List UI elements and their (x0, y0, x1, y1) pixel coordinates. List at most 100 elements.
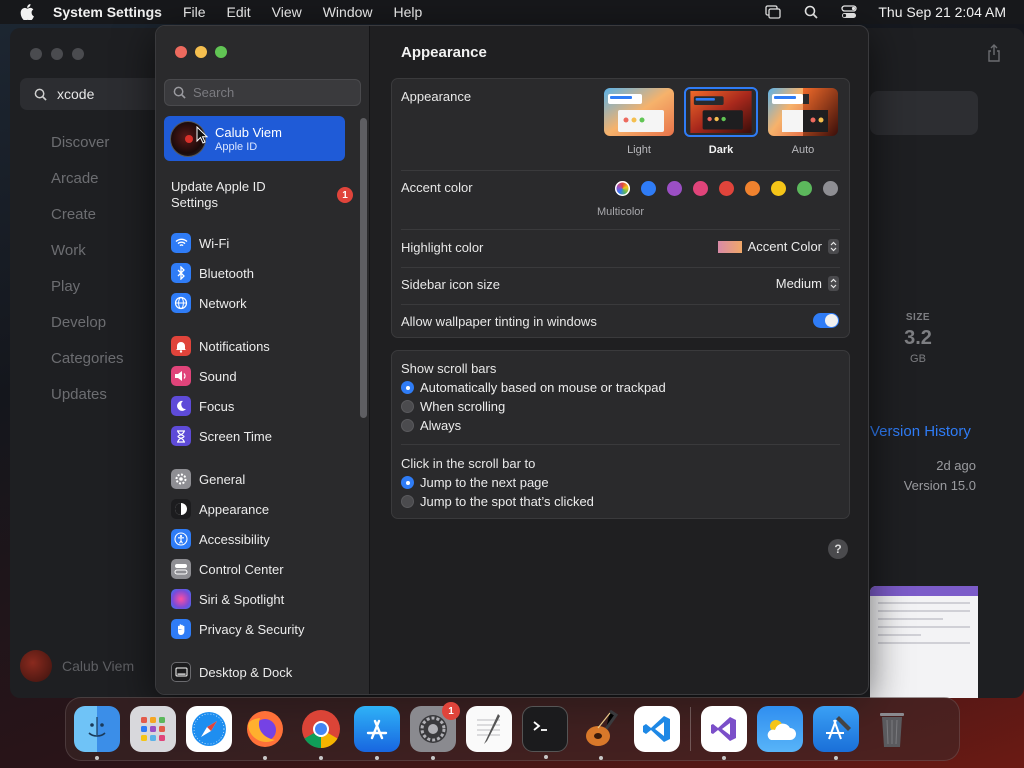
safari-icon[interactable] (186, 706, 232, 752)
radio-label: When scrolling (420, 399, 506, 414)
radio-button[interactable] (401, 381, 414, 394)
screen-mirroring-icon[interactable] (764, 4, 782, 20)
radio-button[interactable] (401, 400, 414, 413)
apple-menu-icon[interactable] (18, 3, 36, 21)
click-option-next-page[interactable]: Jump to the next page (401, 475, 549, 490)
terminal-icon[interactable] (522, 706, 568, 759)
textedit-icon[interactable] (466, 706, 512, 752)
garageband-icon[interactable] (578, 706, 624, 760)
nav-discover[interactable]: Discover (51, 134, 124, 170)
version-history-link[interactable]: Version History (870, 423, 971, 440)
gear-icon (171, 469, 191, 489)
minimize-button[interactable] (51, 48, 63, 60)
chevron-updown-icon (828, 276, 839, 291)
app-banner (870, 91, 978, 135)
radio-button[interactable] (401, 476, 414, 489)
accent-multicolor-swatch[interactable] (615, 181, 630, 196)
sidebar-item-sound[interactable]: Sound (171, 361, 272, 391)
menu-edit[interactable]: Edit (227, 4, 251, 20)
click-option-spot-clicked[interactable]: Jump to the spot that’s clicked (401, 494, 594, 509)
radio-label: Automatically based on mouse or trackpad (420, 380, 666, 395)
sidebar-icon-size-popup[interactable]: Medium (776, 276, 839, 291)
app-store-search-field[interactable]: xcode (20, 78, 170, 110)
nav-develop[interactable]: Develop (51, 314, 124, 350)
scroll-option-always[interactable]: Always (401, 418, 461, 433)
sidebar-scrollbar[interactable] (360, 118, 367, 418)
zoom-button[interactable] (72, 48, 84, 60)
accent-green-swatch[interactable] (797, 181, 812, 196)
close-button[interactable] (175, 46, 187, 58)
radio-button[interactable] (401, 419, 414, 432)
highlight-color-popup[interactable]: Accent Color (717, 239, 839, 254)
share-icon[interactable] (986, 44, 1002, 62)
sidebar-item-privacy-security[interactable]: Privacy & Security (171, 614, 304, 644)
spotlight-search-icon[interactable] (802, 4, 820, 20)
launchpad-icon[interactable] (130, 706, 176, 752)
scroll-option-automatic[interactable]: Automatically based on mouse or trackpad (401, 380, 666, 395)
help-button[interactable]: ? (828, 539, 848, 559)
menu-view[interactable]: View (272, 4, 302, 20)
finder-icon[interactable] (74, 706, 120, 760)
app-screenshot[interactable] (870, 586, 978, 698)
sidebar-item-update-apple-id[interactable]: Update Apple ID Settings 1 (171, 179, 361, 211)
firefox-icon[interactable] (242, 706, 288, 760)
close-button[interactable] (30, 48, 42, 60)
nav-updates[interactable]: Updates (51, 386, 124, 422)
accent-purple-swatch[interactable] (667, 181, 682, 196)
system-settings-window: Calub Viem Apple ID Update Apple ID Sett… (155, 25, 869, 695)
sidebar-item-network[interactable]: Network (171, 288, 254, 318)
sidebar-item-control-center[interactable]: Control Center (171, 554, 304, 584)
weather-icon[interactable] (757, 706, 803, 752)
sidebar-item-appearance[interactable]: Appearance (171, 494, 304, 524)
app-store-icon[interactable] (354, 706, 400, 760)
scroll-option-when-scrolling[interactable]: When scrolling (401, 399, 505, 414)
accent-yellow-swatch[interactable] (771, 181, 786, 196)
accent-pink-swatch[interactable] (693, 181, 708, 196)
control-center-icon[interactable] (840, 4, 858, 20)
appearance-settings-card: Appearance Light Dark Auto Accent color … (391, 78, 850, 338)
nav-play[interactable]: Play (51, 278, 124, 314)
appearance-option-light[interactable] (604, 88, 674, 136)
sidebar-item-focus[interactable]: Focus (171, 391, 272, 421)
nav-create[interactable]: Create (51, 206, 124, 242)
sidebar-item-apple-id[interactable]: Calub Viem Apple ID (164, 116, 345, 161)
toggles-icon (171, 559, 191, 579)
vscode-icon[interactable] (634, 706, 680, 752)
xcode-icon[interactable] (813, 706, 859, 760)
sidebar-item-label: Desktop & Dock (199, 664, 293, 680)
sidebar-item-wifi[interactable]: Wi-Fi (171, 228, 254, 258)
sidebar-item-bluetooth[interactable]: Bluetooth (171, 258, 254, 288)
zoom-button[interactable] (215, 46, 227, 58)
visual-studio-icon[interactable] (701, 706, 747, 760)
menu-window[interactable]: Window (323, 4, 373, 20)
sidebar-item-siri-spotlight[interactable]: Siri & Spotlight (171, 584, 304, 614)
chrome-icon[interactable] (298, 706, 344, 760)
accent-red-swatch[interactable] (719, 181, 734, 196)
sidebar-item-general[interactable]: General (171, 464, 304, 494)
menu-file[interactable]: File (183, 4, 206, 20)
search-input[interactable] (193, 85, 353, 100)
nav-categories[interactable]: Categories (51, 350, 124, 386)
sidebar-search[interactable] (164, 79, 361, 106)
appearance-option-dark[interactable] (684, 87, 758, 137)
system-settings-icon[interactable]: 1 (410, 702, 460, 760)
wallpaper-tinting-toggle[interactable] (813, 313, 839, 328)
trash-icon[interactable] (869, 706, 915, 752)
sidebar-item-accessibility[interactable]: Accessibility (171, 524, 304, 554)
minimize-button[interactable] (195, 46, 207, 58)
nav-work[interactable]: Work (51, 242, 124, 278)
accent-blue-swatch[interactable] (641, 181, 656, 196)
sidebar-item-notifications[interactable]: Notifications (171, 331, 272, 361)
accent-orange-swatch[interactable] (745, 181, 760, 196)
sidebar-item-label: Sound (199, 368, 237, 384)
menu-help[interactable]: Help (394, 4, 423, 20)
nav-arcade[interactable]: Arcade (51, 170, 124, 206)
radio-button[interactable] (401, 495, 414, 508)
accent-graphite-swatch[interactable] (823, 181, 838, 196)
sidebar-item-desktop-dock[interactable]: Desktop & Dock (171, 657, 292, 687)
app-store-account[interactable]: Calub Viem (20, 650, 134, 682)
appearance-option-auto[interactable] (768, 88, 838, 136)
menu-clock[interactable]: Thu Sep 21 2:04 AM (878, 4, 1006, 20)
sidebar-item-screen-time[interactable]: Screen Time (171, 421, 272, 451)
menu-app-name[interactable]: System Settings (53, 4, 162, 20)
